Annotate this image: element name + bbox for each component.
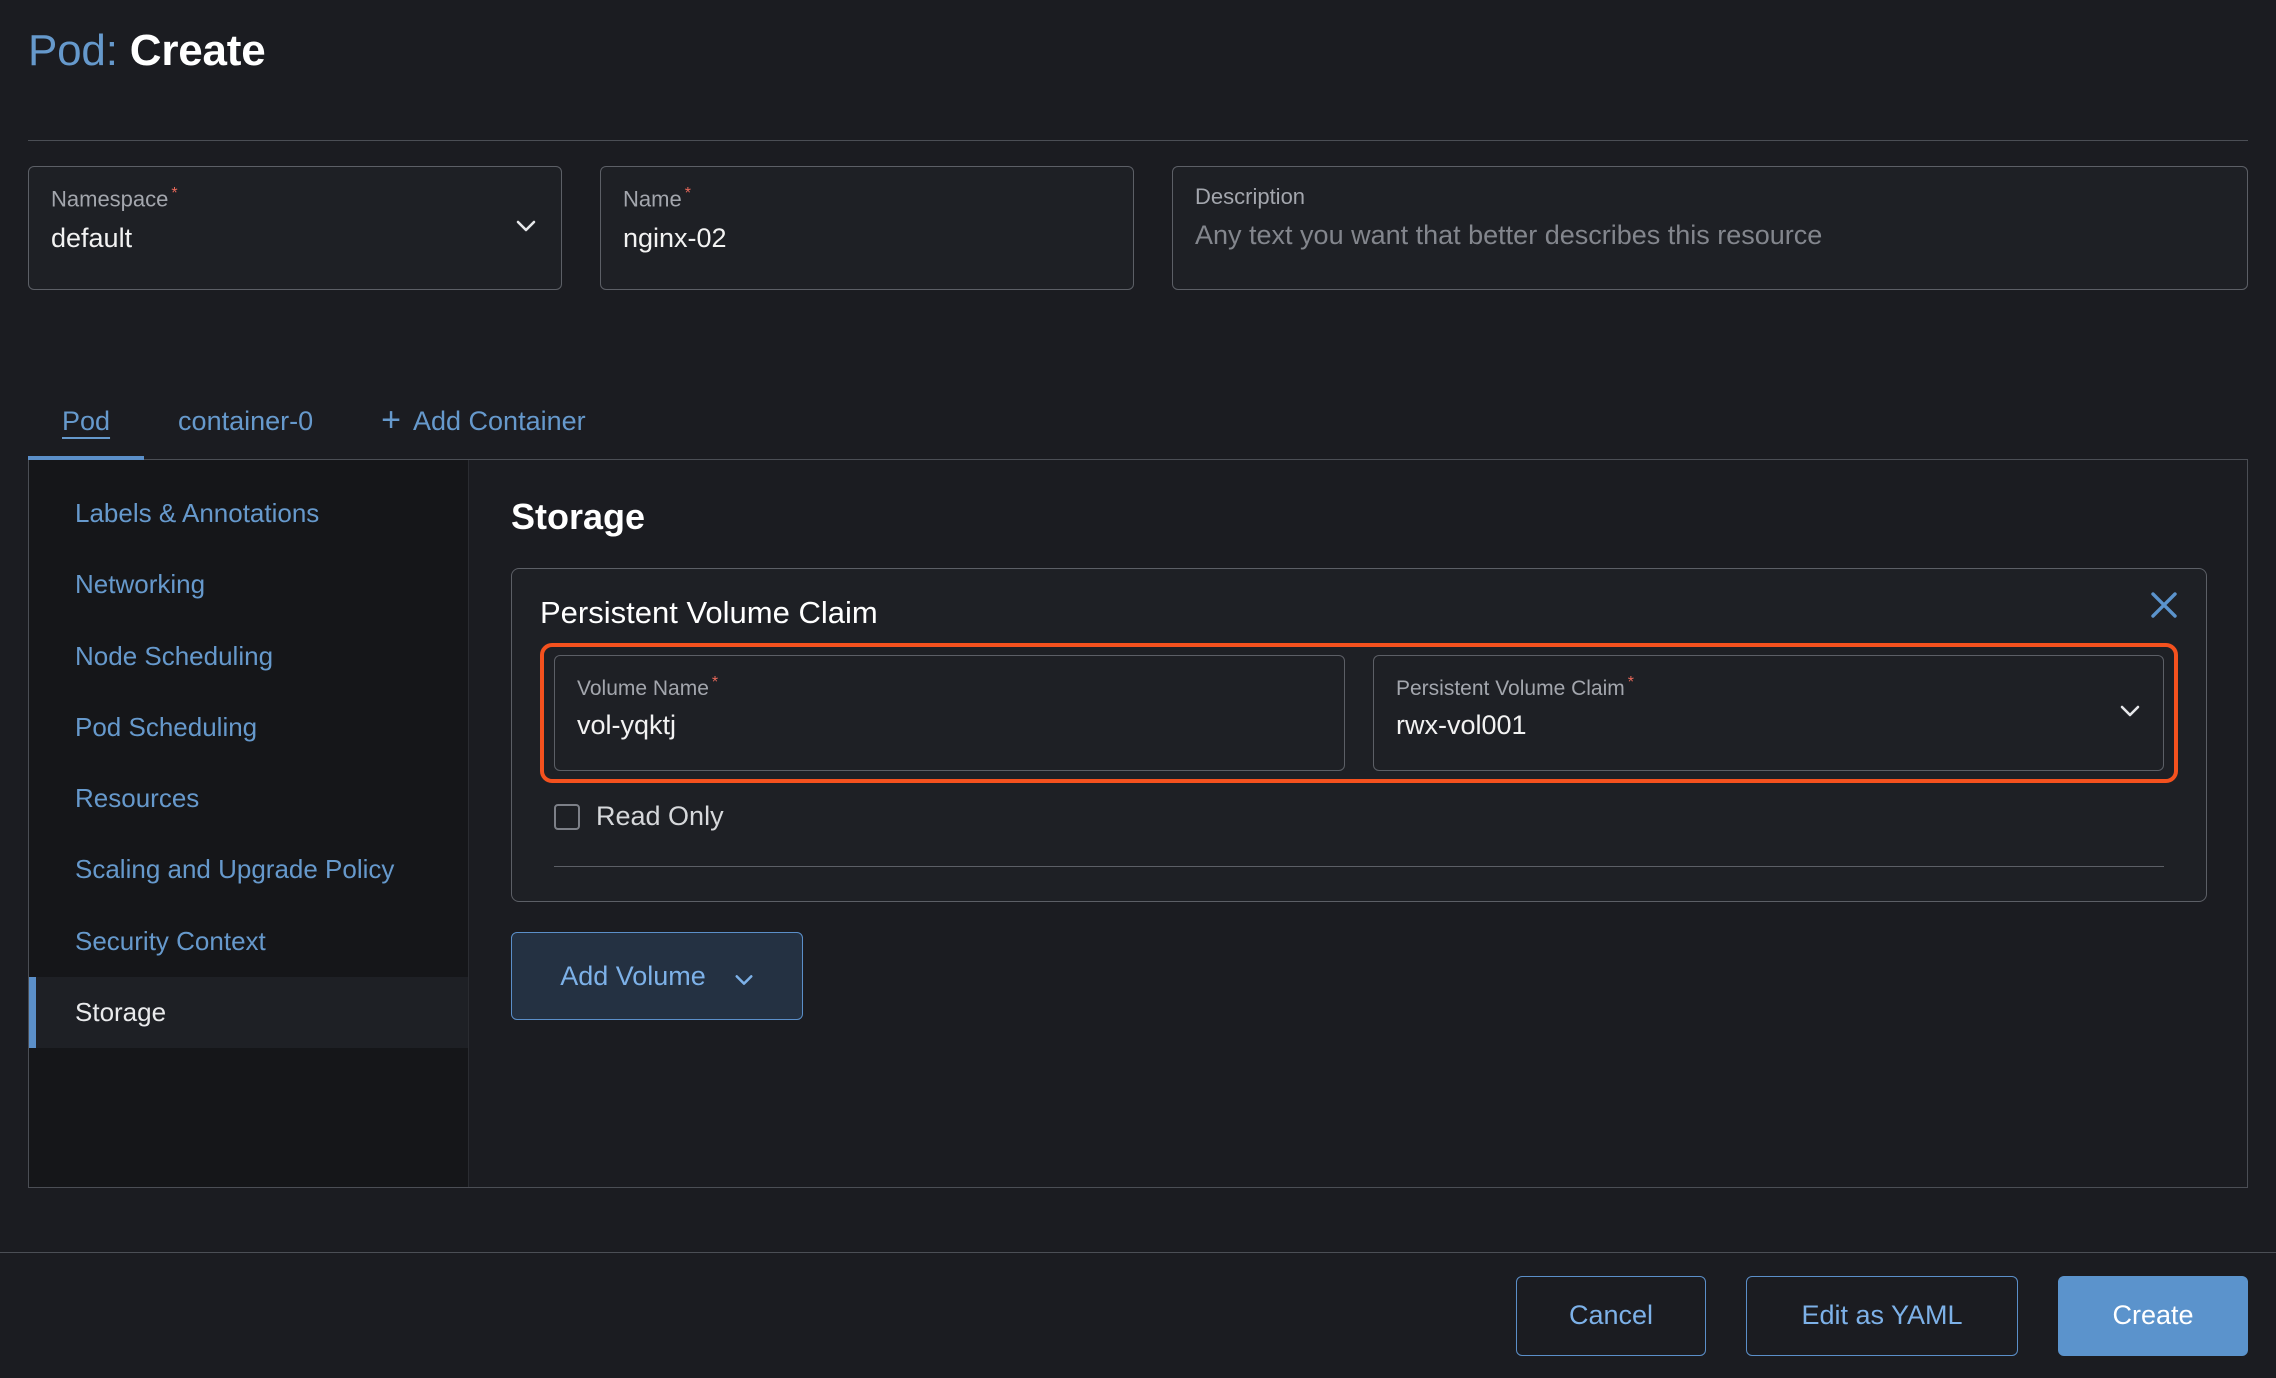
page-title-action: Create xyxy=(130,26,266,75)
required-indicator: * xyxy=(712,674,718,691)
sidebar-item-scaling-upgrade-policy[interactable]: Scaling and Upgrade Policy xyxy=(29,834,468,905)
namespace-value: default xyxy=(51,224,539,254)
read-only-checkbox[interactable] xyxy=(554,804,580,830)
create-button[interactable]: Create xyxy=(2058,1276,2248,1356)
pvc-value: rwx-vol001 xyxy=(1396,711,2141,741)
volume-card-title: Persistent Volume Claim xyxy=(540,595,2178,631)
sidebar-item-label: Resources xyxy=(75,783,199,813)
sidebar-item-networking[interactable]: Networking xyxy=(29,549,468,620)
tab-container-0[interactable]: container-0 xyxy=(144,382,347,460)
namespace-label: Namespace* xyxy=(51,185,539,212)
form-body: Labels & Annotations Networking Node Sch… xyxy=(28,460,2248,1188)
sidebar-item-label: Labels & Annotations xyxy=(75,498,319,528)
footer-actions: Cancel Edit as YAML Create xyxy=(0,1253,2276,1378)
read-only-label: Read Only xyxy=(596,801,724,832)
read-only-row: Read Only xyxy=(554,801,2178,832)
required-indicator: * xyxy=(171,185,177,202)
page-title: Pod: Create xyxy=(28,26,266,76)
sidebar-item-label: Scaling and Upgrade Policy xyxy=(75,854,394,884)
name-input[interactable]: Name* nginx-02 xyxy=(600,166,1134,290)
edit-as-yaml-button[interactable]: Edit as YAML xyxy=(1746,1276,2018,1356)
tab-container-0-label: container-0 xyxy=(178,406,313,437)
sidebar-item-labels-annotations[interactable]: Labels & Annotations xyxy=(29,478,468,549)
card-divider xyxy=(554,866,2164,867)
required-indicator: * xyxy=(685,185,691,202)
tab-pod[interactable]: Pod xyxy=(28,382,144,460)
storage-pane: Storage Persistent Volume Claim Volume N… xyxy=(469,460,2247,1187)
add-volume-label: Add Volume xyxy=(560,961,706,992)
sidebar-item-label: Security Context xyxy=(75,926,266,956)
pvc-select[interactable]: Persistent Volume Claim* rwx-vol001 xyxy=(1373,655,2164,771)
form-sidebar: Labels & Annotations Networking Node Sch… xyxy=(29,460,469,1187)
name-label: Name* xyxy=(623,185,1111,212)
namespace-select[interactable]: Namespace* default xyxy=(28,166,562,290)
section-title: Storage xyxy=(511,496,2207,538)
pod-create-page: Pod: Create Namespace* default Name* ngi… xyxy=(0,0,2276,1378)
add-volume-button[interactable]: Add Volume xyxy=(511,932,803,1020)
sidebar-item-label: Storage xyxy=(75,997,166,1027)
volume-name-label: Volume Name* xyxy=(577,674,1322,700)
sidebar-item-node-scheduling[interactable]: Node Scheduling xyxy=(29,621,468,692)
name-value: nginx-02 xyxy=(623,224,1111,254)
cancel-button[interactable]: Cancel xyxy=(1516,1276,1706,1356)
top-fields-row: Namespace* default Name* nginx-02 Descri… xyxy=(28,166,2248,290)
highlighted-field-group: Volume Name* vol-yqktj Persistent Volume… xyxy=(540,643,2178,783)
sidebar-item-label: Pod Scheduling xyxy=(75,712,257,742)
volume-card: Persistent Volume Claim Volume Name* vol… xyxy=(511,568,2207,902)
sidebar-item-label: Node Scheduling xyxy=(75,641,273,671)
chevron-down-icon xyxy=(734,966,754,986)
volume-name-value: vol-yqktj xyxy=(577,711,1322,741)
sidebar-item-label: Networking xyxy=(75,569,205,599)
add-container-button[interactable]: + Add Container xyxy=(347,382,619,460)
sidebar-item-security-context[interactable]: Security Context xyxy=(29,906,468,977)
description-label: Description xyxy=(1195,185,2225,209)
description-placeholder: Any text you want that better describes … xyxy=(1195,221,2225,251)
add-container-label: Add Container xyxy=(413,406,586,437)
close-icon[interactable] xyxy=(2146,587,2182,623)
pvc-label: Persistent Volume Claim* xyxy=(1396,674,2141,700)
plus-icon: + xyxy=(381,407,401,434)
description-input[interactable]: Description Any text you want that bette… xyxy=(1172,166,2248,290)
tab-bar: Pod container-0 + Add Container xyxy=(28,382,2248,460)
sidebar-item-pod-scheduling[interactable]: Pod Scheduling xyxy=(29,692,468,763)
page-title-kind: Pod: xyxy=(28,26,118,75)
volume-name-input[interactable]: Volume Name* vol-yqktj xyxy=(554,655,1345,771)
header-divider xyxy=(28,140,2248,141)
tab-pod-label: Pod xyxy=(62,406,110,437)
required-indicator: * xyxy=(1628,674,1634,691)
sidebar-item-resources[interactable]: Resources xyxy=(29,763,468,834)
sidebar-item-storage[interactable]: Storage xyxy=(29,977,468,1048)
